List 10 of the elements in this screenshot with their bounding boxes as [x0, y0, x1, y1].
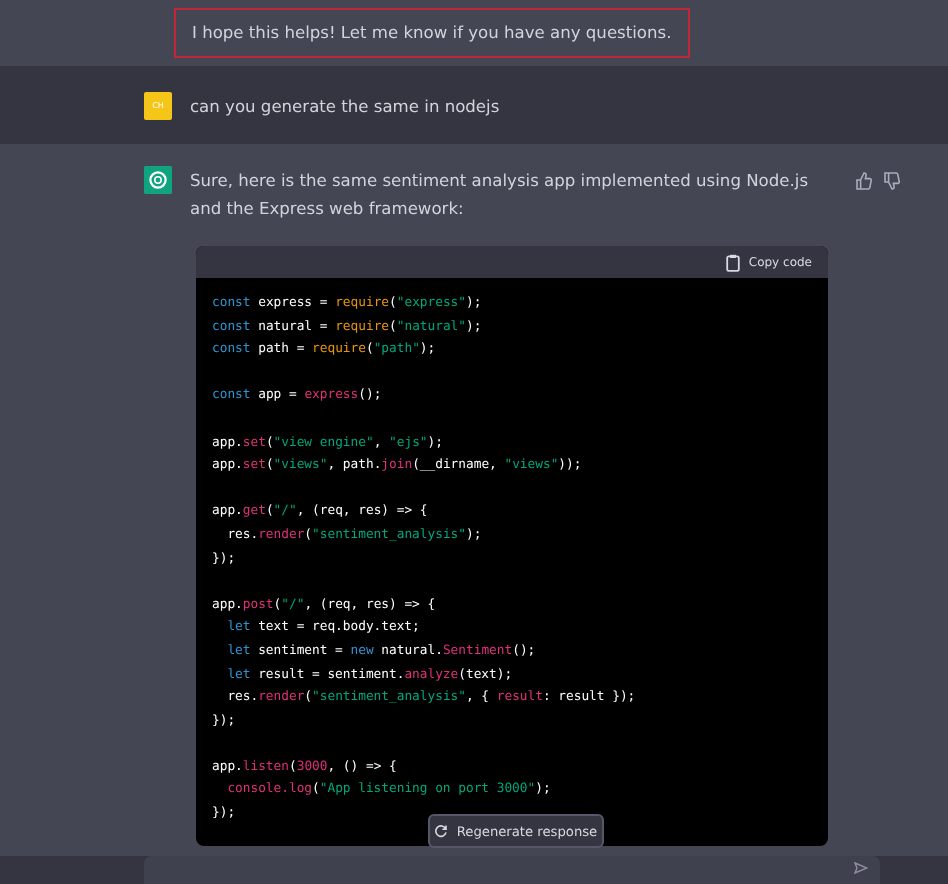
thumbs-up-icon[interactable]: [856, 172, 872, 190]
send-icon[interactable]: [854, 862, 868, 874]
message-text: Sure, here is the same sentiment analysis app implemented using Node.js and the Express web framework:: [190, 168, 811, 222]
refresh-icon: [434, 824, 449, 838]
thumbs-down-icon[interactable]: [884, 172, 900, 190]
message-input-field[interactable]: [144, 856, 880, 884]
message-text: I hope this helps! Let me know if you have any questions.: [174, 8, 690, 58]
assistant-avatar: [144, 166, 172, 194]
clipboard-icon: [726, 253, 741, 271]
message-text: can you generate the same in nodejs: [190, 95, 500, 115]
